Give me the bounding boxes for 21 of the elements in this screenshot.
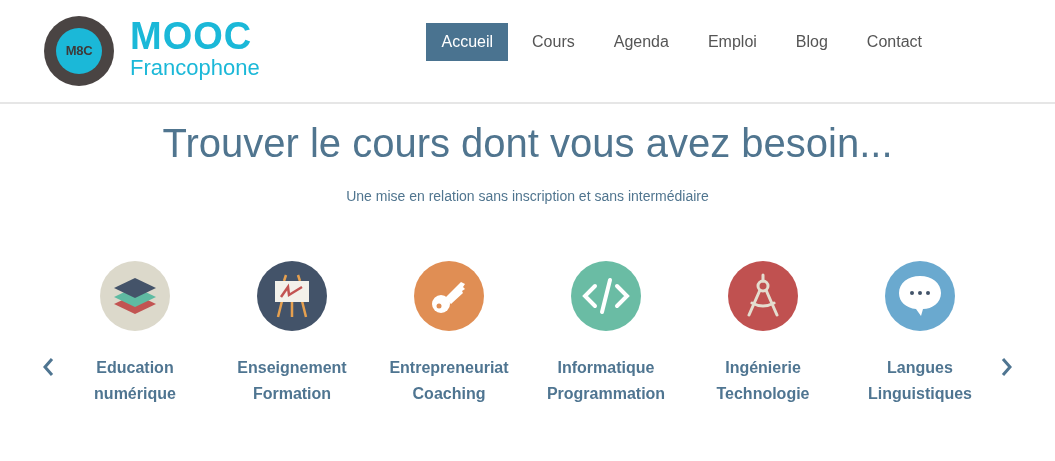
nav-link[interactable]: Accueil (426, 23, 509, 61)
category-label[interactable]: Informatique Programmation (546, 355, 666, 407)
code-icon (581, 276, 631, 316)
nav-link[interactable]: Blog (780, 23, 843, 61)
logo-mark: M8C (56, 28, 102, 74)
layers-icon (112, 276, 158, 316)
nav-link[interactable]: Cours (517, 23, 590, 61)
nav-link[interactable]: Contact (851, 23, 937, 61)
category-label[interactable]: Langues Linguistiques (868, 355, 972, 407)
speech-bubble-icon (897, 274, 943, 318)
easel-icon (272, 273, 312, 319)
logo-title: MOOC (130, 17, 254, 55)
page-subheading: Une mise en relation sans inscription et sans intermédiaire (345, 187, 710, 206)
nav-link[interactable]: Agenda (598, 23, 684, 61)
nav-link[interactable]: Emploi (692, 23, 772, 61)
logo-subtitle: Francophone (130, 57, 260, 79)
category-label[interactable]: Enseignement Formation (237, 355, 347, 407)
category-label[interactable]: Education numérique (94, 355, 176, 407)
category-label[interactable]: Entrepreneuriat Coaching (389, 355, 509, 407)
category-label[interactable]: Ingénierie Technologie (716, 355, 810, 407)
page-heading: Trouver le cours dont vous avez besoin... (161, 120, 894, 167)
